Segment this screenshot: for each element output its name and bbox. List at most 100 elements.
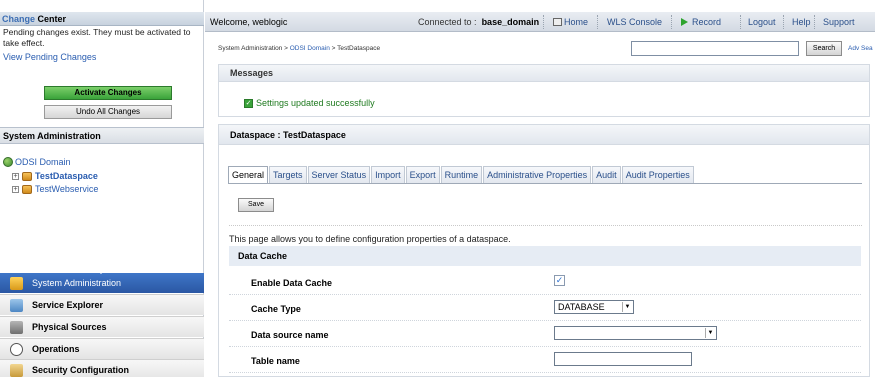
- data-source-select[interactable]: ▼: [554, 326, 717, 340]
- dataspace-header: Dataspace : TestDataspace: [219, 125, 869, 145]
- breadcrumb-current: > TestDataspace: [329, 45, 381, 52]
- home-icon: [553, 18, 562, 26]
- change-center-title-rest: Center: [35, 14, 67, 24]
- top-bar: Welcome, weblogic Connected to : base_do…: [205, 12, 875, 32]
- service-explorer-icon: [10, 298, 23, 312]
- advanced-search-link[interactable]: Adv Sea: [848, 45, 873, 52]
- domain-name: base_domain: [481, 17, 540, 27]
- field-label: Enable Data Cache: [251, 278, 333, 288]
- expand-icon[interactable]: +: [12, 185, 19, 193]
- dropdown-arrow-icon: ▼: [705, 328, 715, 338]
- tab-divider: [228, 183, 862, 184]
- left-panel: Change Center Pending changes exist. The…: [0, 0, 204, 377]
- record-link[interactable]: Record: [681, 17, 721, 27]
- tab-targets[interactable]: Targets: [269, 166, 307, 183]
- collapse-arrow-icon[interactable]: [96, 269, 106, 274]
- operations-icon: [10, 342, 23, 356]
- search-input[interactable]: [631, 41, 799, 56]
- separator: [814, 15, 815, 29]
- form-row-cache-type: Cache Type DATABASE ▼: [229, 295, 861, 321]
- separator: [740, 15, 741, 29]
- help-link[interactable]: Help: [792, 17, 811, 27]
- tab-server-status[interactable]: Server Status: [307, 166, 371, 183]
- field-label: Cache Type: [251, 304, 301, 314]
- change-center-title-prefix: Change: [2, 14, 36, 24]
- enable-data-cache-checkbox[interactable]: ✓: [554, 275, 565, 286]
- separator: [671, 15, 672, 29]
- view-pending-changes-link[interactable]: View Pending Changes: [3, 52, 96, 62]
- tab-bar: General Targets Server Status Import Exp…: [228, 166, 695, 184]
- separator: [783, 15, 784, 29]
- search-button[interactable]: Search: [806, 41, 842, 56]
- dataspace-icon: [22, 171, 32, 181]
- separator: [597, 15, 598, 29]
- connected-to: Connected to : base_domain: [418, 17, 539, 27]
- wls-console-link[interactable]: WLS Console: [607, 17, 662, 27]
- tab-audit[interactable]: Audit: [592, 166, 621, 183]
- nav-label: Security Configuration: [32, 365, 130, 375]
- nav-system-administration[interactable]: System Administration: [0, 269, 204, 293]
- dataspace-panel: Dataspace : TestDataspace General Target…: [218, 124, 870, 377]
- globe-icon: [3, 157, 13, 167]
- tree-root-odsi-domain[interactable]: ODSI Domain: [3, 157, 71, 167]
- nav-operations[interactable]: Operations: [0, 338, 204, 359]
- table-name-input[interactable]: [554, 352, 692, 366]
- dataspace-icon: [22, 184, 32, 194]
- messages-panel: Messages ✓ Settings updated successfully: [218, 64, 870, 117]
- breadcrumb-odsi-domain[interactable]: ODSI Domain: [290, 45, 330, 52]
- form-row-table-name: Table name: [229, 347, 861, 373]
- tree-root-label: ODSI Domain: [15, 157, 71, 167]
- success-message: ✓ Settings updated successfully: [244, 98, 375, 108]
- breadcrumb: System Administration > ODSI Domain > Te…: [218, 45, 380, 52]
- form-row-data-source: Data source name ▼: [229, 321, 861, 347]
- logout-link[interactable]: Logout: [748, 17, 776, 27]
- tree-item-label: TestWebservice: [35, 184, 99, 194]
- divider: [229, 225, 862, 226]
- data-cache-section-header: Data Cache: [229, 246, 861, 266]
- admin-tools-icon: [10, 276, 23, 290]
- tab-general[interactable]: General: [228, 166, 269, 184]
- tree-item-label: TestDataspace: [35, 171, 98, 181]
- tab-audit-properties[interactable]: Audit Properties: [621, 166, 694, 183]
- pending-changes-message: Pending changes exist. They must be acti…: [3, 27, 191, 48]
- expand-icon[interactable]: +: [12, 172, 19, 180]
- cache-type-value: DATABASE: [558, 302, 605, 312]
- home-link[interactable]: Home: [553, 17, 588, 27]
- tree-item-testwebservice[interactable]: + TestWebservice: [12, 184, 98, 194]
- nav-label: Physical Sources: [32, 322, 107, 332]
- change-center-header: Change Center: [0, 12, 204, 26]
- welcome-text: Welcome, weblogic: [210, 17, 288, 27]
- breadcrumb-system-admin[interactable]: System Administration >: [218, 45, 290, 52]
- nav-service-explorer[interactable]: Service Explorer: [0, 294, 204, 315]
- nav-security-configuration[interactable]: Security Configuration: [0, 359, 204, 377]
- record-label: Record: [692, 17, 722, 27]
- tab-import[interactable]: Import: [371, 166, 405, 183]
- save-button[interactable]: Save: [238, 198, 274, 212]
- home-label: Home: [564, 17, 589, 27]
- field-label: Table name: [251, 356, 300, 366]
- tree-item-testdataspace[interactable]: + TestDataspace: [12, 171, 98, 181]
- form-row-enable-cache: Enable Data Cache ✓: [229, 269, 861, 295]
- nav-label: Operations: [32, 344, 80, 354]
- checkmark-icon: ✓: [244, 98, 253, 108]
- separator: [543, 15, 544, 29]
- tab-export[interactable]: Export: [405, 166, 440, 183]
- tab-administrative-properties[interactable]: Administrative Properties: [483, 166, 592, 183]
- activate-changes-button[interactable]: Activate Changes: [44, 86, 172, 100]
- success-text: Settings updated successfully: [256, 98, 375, 108]
- tab-runtime[interactable]: Runtime: [440, 166, 483, 183]
- system-administration-header: System Administration: [0, 127, 204, 144]
- page-description: This page allows you to define configura…: [229, 234, 511, 244]
- play-icon: [681, 18, 688, 26]
- cache-type-select[interactable]: DATABASE ▼: [554, 300, 634, 314]
- messages-header: Messages: [219, 65, 869, 82]
- security-icon: [10, 363, 23, 377]
- database-icon: [10, 320, 23, 334]
- support-link[interactable]: Support: [823, 17, 855, 27]
- connected-label: Connected to :: [418, 17, 477, 27]
- undo-all-changes-button[interactable]: Undo All Changes: [44, 105, 172, 119]
- nav-physical-sources[interactable]: Physical Sources: [0, 316, 204, 337]
- nav-label: System Administration: [32, 278, 122, 288]
- field-label: Data source name: [251, 330, 329, 340]
- nav-label: Service Explorer: [32, 300, 104, 310]
